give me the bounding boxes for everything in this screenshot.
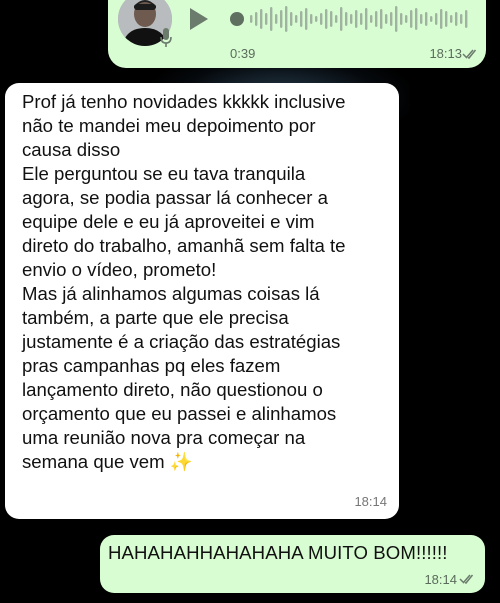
- play-icon[interactable]: [190, 8, 208, 30]
- voice-duration: 0:39: [230, 46, 256, 61]
- outgoing-message-bubble[interactable]: HAHAHAHHAHAHAHA MUITO BOM!!!!!! 18:14: [100, 535, 485, 593]
- message-time: 18:14: [424, 572, 457, 587]
- message-time: 18:13: [429, 46, 462, 61]
- double-check-icon: [462, 49, 477, 59]
- voice-message-bubble[interactable]: 0:39 18:13: [108, 0, 486, 68]
- double-check-icon: [459, 574, 474, 584]
- voice-waveform[interactable]: [250, 4, 472, 34]
- message-time: 18:14: [354, 494, 387, 509]
- message-text: Prof já tenho novidades kkkkk inclusive …: [22, 91, 346, 472]
- incoming-message-bubble[interactable]: Prof já tenho novidades kkkkk inclusive …: [5, 83, 399, 519]
- playback-position-handle[interactable]: [230, 12, 244, 26]
- message-text: HAHAHAHHAHAHAHA MUITO BOM!!!!!!: [108, 542, 448, 563]
- mic-icon: [160, 28, 172, 47]
